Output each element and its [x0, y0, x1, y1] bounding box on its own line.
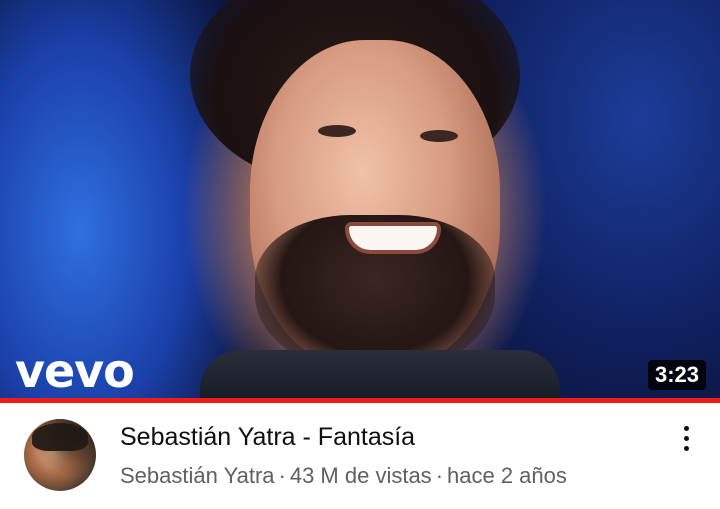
upload-age: hace 2 años — [447, 463, 567, 488]
video-title[interactable]: Sebastián Yatra - Fantasía — [120, 423, 415, 452]
vevo-logo: vevo — [15, 344, 135, 398]
view-count: 43 M de vistas — [289, 463, 432, 488]
more-vertical-icon — [683, 425, 689, 431]
meta-separator: · — [278, 463, 286, 488]
video-thumbnail[interactable]: vevo 3:23 — [0, 0, 720, 398]
channel-name[interactable]: Sebastián Yatra — [120, 463, 275, 488]
duration-badge: 3:23 — [647, 360, 706, 391]
video-meta: Sebastián Yatra · 43 M de vistas · hace 2 añ… — [120, 463, 567, 489]
channel-avatar[interactable] — [24, 419, 96, 491]
video-info-row[interactable]: Sebastián Yatra - Fantasía Sebastián Yat… — [0, 403, 720, 509]
more-options-button[interactable] — [672, 423, 700, 453]
meta-separator: · — [435, 463, 444, 488]
